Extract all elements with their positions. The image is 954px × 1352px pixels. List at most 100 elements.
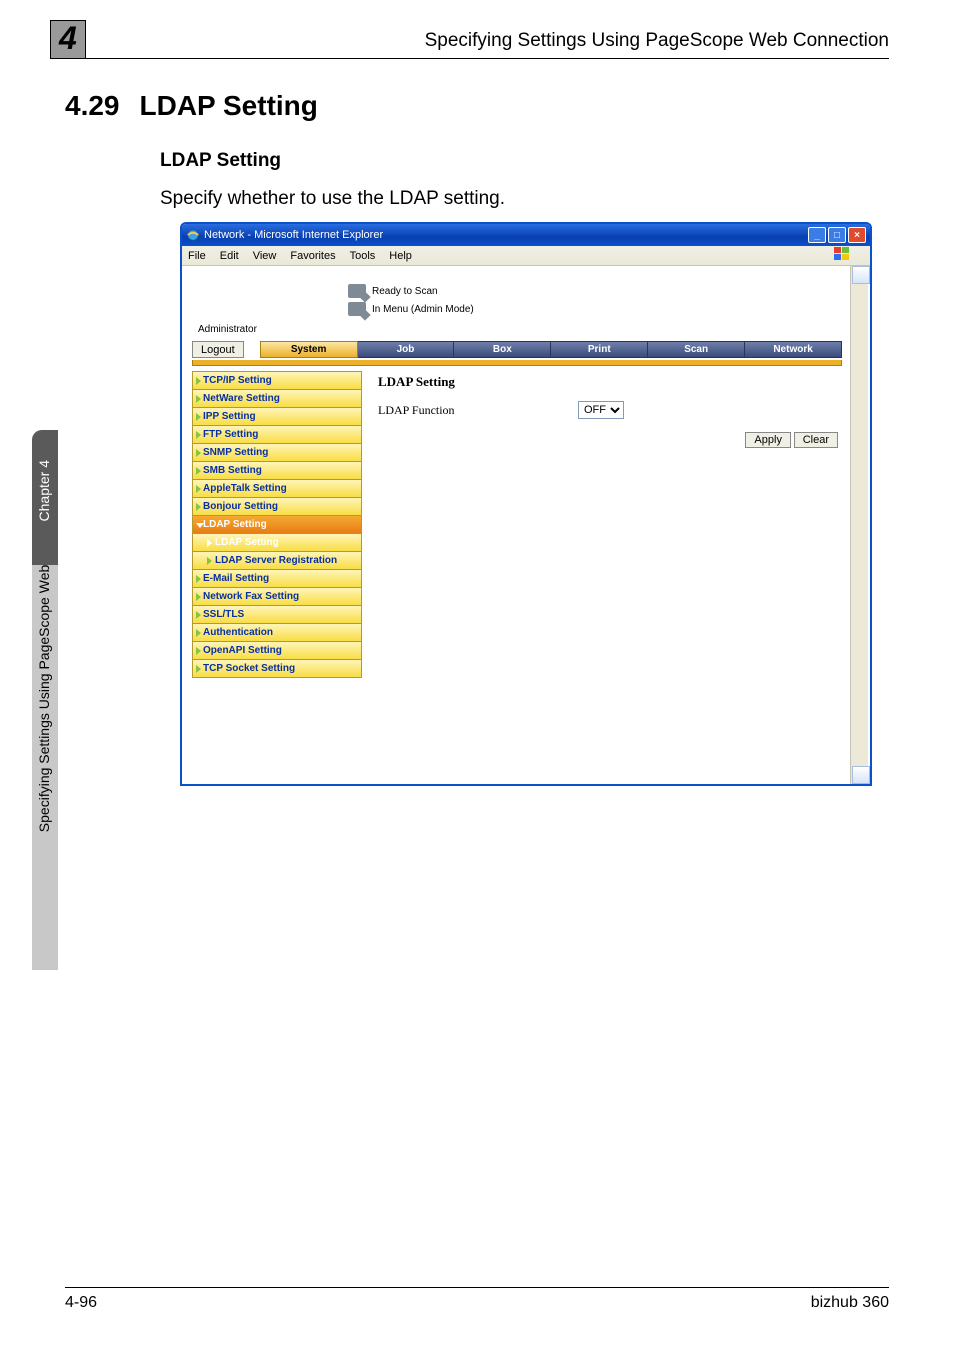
tab-print[interactable]: Print [551, 341, 648, 358]
chevron-right-icon [207, 539, 212, 547]
sidebar-item[interactable]: LDAP Setting [192, 533, 362, 552]
sidebar-item-label: E-Mail Setting [203, 573, 269, 584]
minimize-button[interactable]: _ [808, 227, 826, 243]
printer-status-block: Ready to Scan In Menu (Admin Mode) [348, 282, 846, 318]
sidebar-item-label: LDAP Setting [215, 537, 279, 548]
chevron-right-icon [207, 557, 212, 565]
chevron-right-icon [196, 647, 201, 655]
page-marker: 4 [50, 20, 86, 59]
sidebar-item[interactable]: Network Fax Setting [192, 587, 362, 606]
sidebar-item[interactable]: Authentication [192, 623, 362, 642]
sidebar-item-label: TCP/IP Setting [203, 375, 272, 386]
content-area: Ready to Scan In Menu (Admin Mode) Admin… [182, 266, 870, 784]
sidebar-item[interactable]: NetWare Setting [192, 389, 362, 408]
menu-favorites[interactable]: Favorites [290, 250, 335, 262]
footer-product-name: bizhub 360 [811, 1294, 889, 1312]
tab-system[interactable]: System [260, 341, 358, 358]
close-button[interactable]: × [848, 227, 866, 243]
page-footer: 4-96 bizhub 360 [65, 1287, 889, 1312]
sidebar-item[interactable]: FTP Setting [192, 425, 362, 444]
tab-network[interactable]: Network [745, 341, 842, 358]
settings-sidebar: TCP/IP Setting NetWare Setting IPP Setting… [192, 372, 362, 678]
status-line-1: Ready to Scan [372, 286, 438, 297]
menu-file[interactable]: File [188, 250, 206, 262]
sidebar-item[interactable]: SSL/TLS [192, 605, 362, 624]
sidebar-item-label: TCP Socket Setting [203, 663, 295, 674]
chevron-right-icon [196, 485, 201, 493]
sidebar-item[interactable]: TCP Socket Setting [192, 659, 362, 678]
sidebar-item[interactable]: SMB Setting [192, 461, 362, 480]
ie-logo-icon [186, 228, 200, 242]
chevron-right-icon [196, 449, 201, 457]
tab-job[interactable]: Job [358, 341, 455, 358]
sidebar-item-label: Authentication [203, 627, 273, 638]
window-buttons: _ □ × [808, 227, 866, 243]
sidebar-item[interactable]: E-Mail Setting [192, 569, 362, 588]
section-title: LDAP Setting [140, 90, 318, 121]
sidebar-item-label: SNMP Setting [203, 447, 268, 458]
chevron-right-icon [196, 611, 201, 619]
chevron-down-icon [196, 523, 204, 528]
header-rule [50, 58, 889, 59]
maximize-button[interactable]: □ [828, 227, 846, 243]
chevron-right-icon [196, 593, 201, 601]
printer-status-icon [348, 284, 366, 298]
sidebar-item[interactable]: OpenAPI Setting [192, 641, 362, 660]
window-titlebar: Network - Microsoft Internet Explorer _ … [182, 224, 870, 246]
side-tab-dark: Chapter 4 [32, 430, 58, 565]
sidebar-item-label: OpenAPI Setting [203, 645, 282, 656]
logout-button[interactable]: Logout [192, 341, 244, 358]
section-number: 4.29 [65, 90, 120, 121]
sidebar-item[interactable]: LDAP Setting [192, 515, 362, 534]
sidebar-item-label: Network Fax Setting [203, 591, 299, 602]
administrator-label: Administrator [198, 324, 846, 335]
section-heading: 4.29 LDAP Setting [65, 90, 318, 122]
side-tab-container: Specifying Settings Using PageScope Web … [32, 430, 84, 1330]
sidebar-item[interactable]: LDAP Server Registration [192, 551, 362, 570]
sidebar-item-label: NetWare Setting [203, 393, 280, 404]
main-tab-row: Logout System Job Box Print Scan Network [192, 341, 842, 358]
menu-view[interactable]: View [253, 250, 277, 262]
chevron-right-icon [196, 377, 201, 385]
sidebar-item-label: SSL/TLS [203, 609, 244, 620]
ldap-function-select[interactable]: OFF [578, 401, 624, 419]
window-title: Network - Microsoft Internet Explorer [204, 229, 808, 241]
sidebar-item[interactable]: TCP/IP Setting [192, 371, 362, 390]
sidebar-item[interactable]: IPP Setting [192, 407, 362, 426]
chevron-right-icon [196, 503, 201, 511]
sidebar-item[interactable]: SNMP Setting [192, 443, 362, 462]
chevron-right-icon [196, 467, 201, 475]
status-line-2: In Menu (Admin Mode) [372, 304, 474, 315]
footer-page-number: 4-96 [65, 1294, 97, 1312]
chevron-right-icon [196, 665, 201, 673]
clear-button[interactable]: Clear [794, 432, 838, 448]
body-paragraph: Specify whether to use the LDAP setting. [160, 188, 505, 210]
side-tab-dark-label: Chapter 4 [36, 460, 52, 521]
menu-help[interactable]: Help [389, 250, 412, 262]
chevron-right-icon [196, 395, 201, 403]
chevron-right-icon [196, 431, 201, 439]
apply-button[interactable]: Apply [745, 432, 791, 448]
subheading: LDAP Setting [160, 150, 281, 172]
sidebar-item-label: Bonjour Setting [203, 501, 278, 512]
sidebar-item[interactable]: Bonjour Setting [192, 497, 362, 516]
detail-heading: LDAP Setting [378, 374, 842, 390]
sidebar-item-label: FTP Setting [203, 429, 258, 440]
printer-status-icon [348, 302, 366, 316]
sidebar-item-label: LDAP Server Registration [215, 555, 337, 566]
menubar: File Edit View Favorites Tools Help [182, 246, 870, 266]
sidebar-item-label: SMB Setting [203, 465, 262, 476]
menu-edit[interactable]: Edit [220, 250, 239, 262]
menu-tools[interactable]: Tools [350, 250, 376, 262]
chevron-right-icon [196, 575, 201, 583]
running-header: Specifying Settings Using PageScope Web … [425, 30, 889, 52]
tab-scan[interactable]: Scan [648, 341, 745, 358]
windows-flag-icon [834, 247, 856, 264]
sidebar-item-label: LDAP Setting [203, 519, 267, 530]
sidebar-item[interactable]: AppleTalk Setting [192, 479, 362, 498]
tab-underline [192, 360, 842, 366]
vertical-scrollbar[interactable] [850, 266, 868, 784]
ie-window: Network - Microsoft Internet Explorer _ … [180, 222, 872, 786]
ldap-function-label: LDAP Function [378, 403, 578, 418]
tab-box[interactable]: Box [454, 341, 551, 358]
